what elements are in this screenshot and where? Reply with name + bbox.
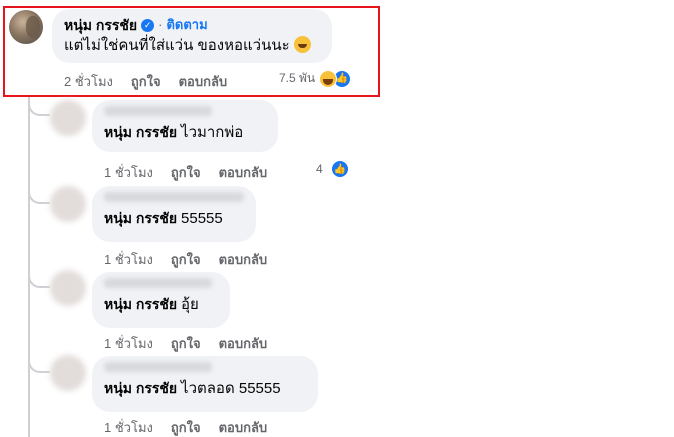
thread-branch [28,188,50,204]
reply-bubble: หนุ่ม กรรชัย 55555 [92,186,256,242]
reply-bubble: หนุ่ม กรรชัย ไวตลอด 55555 [92,356,318,412]
reply-text: ไวมากพ่อ [181,124,244,141]
reaction-summary[interactable]: 7.5 พัน 👍 [279,69,352,88]
reply-bubble: หนุ่ม กรรชัย อุ้ย [92,272,230,328]
reaction-count: 4 [316,162,323,176]
comment-text: แต่ไม่ใช่คนที่ใส่แว่น ของหอแว่นนะ [64,37,290,54]
comment-author[interactable]: หนุ่ม กรรชัย [64,16,137,34]
blurred-avatar[interactable] [50,100,86,136]
thread-branch [28,357,50,373]
reply-text: อุ้ย [181,296,199,313]
avatar[interactable] [9,10,43,44]
reaction-count: 7.5 พัน [279,71,316,85]
like-button[interactable]: ถูกใจ [171,249,201,270]
reply-button[interactable]: ตอบกลับ [179,71,228,92]
reply-timestamp[interactable]: 1 ชั่วโมง [104,333,153,354]
thread-branch [28,100,50,116]
thread-branch [28,272,50,288]
follow-button[interactable]: ติดตาม [166,16,207,34]
comment-timestamp[interactable]: 2 ชั่วโมง [64,71,113,92]
reply-actions: 1 ชั่วโมง ถูกใจ ตอบกลับ [104,162,267,183]
blurred-avatar[interactable] [50,270,86,306]
reply-author[interactable]: หนุ่ม กรรชัย [104,296,177,312]
like-button[interactable]: ถูกใจ [131,71,161,92]
blurred-name [104,106,212,116]
blurred-name [104,192,244,202]
reply-actions: 1 ชั่วโมง ถูกใจ ตอบกลับ [104,249,267,270]
blurred-avatar[interactable] [50,186,86,222]
reply-button[interactable]: ตอบกลับ [219,249,268,270]
reaction-summary[interactable]: 4 👍 [316,160,349,178]
haha-icon [319,69,338,88]
blurred-name [104,278,212,288]
blurred-name [104,362,212,372]
blurred-avatar[interactable] [50,355,86,391]
reply-button[interactable]: ตอบกลับ [219,333,268,354]
separator-dot: · [158,17,163,32]
reply-bubble: หนุ่ม กรรชัย ไวมากพ่อ [92,100,278,152]
grin-emoji-icon [293,36,311,53]
reply-timestamp[interactable]: 1 ชั่วโมง [104,417,153,437]
reply-actions: 1 ชั่วโมง ถูกใจ ตอบกลับ [104,417,267,437]
reply-author[interactable]: หนุ่ม กรรชัย [104,124,177,140]
like-button[interactable]: ถูกใจ [171,417,201,437]
reply-text: 55555 [181,210,223,227]
reply-author[interactable]: หนุ่ม กรรชัย [104,380,177,396]
comment-actions: 2 ชั่วโมง ถูกใจ ตอบกลับ [64,71,227,92]
reply-button[interactable]: ตอบกลับ [219,417,268,437]
reply-timestamp[interactable]: 1 ชั่วโมง [104,162,153,183]
like-icon: 👍 [330,160,349,178]
reply-button[interactable]: ตอบกลับ [219,162,268,183]
reply-actions: 1 ชั่วโมง ถูกใจ ตอบกลับ [104,333,267,354]
reply-timestamp[interactable]: 1 ชั่วโมง [104,249,153,270]
thread-line [28,97,30,437]
comment-bubble: หนุ่ม กรรชัย ✓ · ติดตาม แต่ไม่ใช่คนที่ใส… [52,9,332,63]
reply-text: ไวตลอด 55555 [181,380,281,397]
like-button[interactable]: ถูกใจ [171,162,201,183]
reply-author[interactable]: หนุ่ม กรรชัย [104,210,177,226]
like-button[interactable]: ถูกใจ [171,333,201,354]
verified-badge-icon: ✓ [141,18,155,32]
